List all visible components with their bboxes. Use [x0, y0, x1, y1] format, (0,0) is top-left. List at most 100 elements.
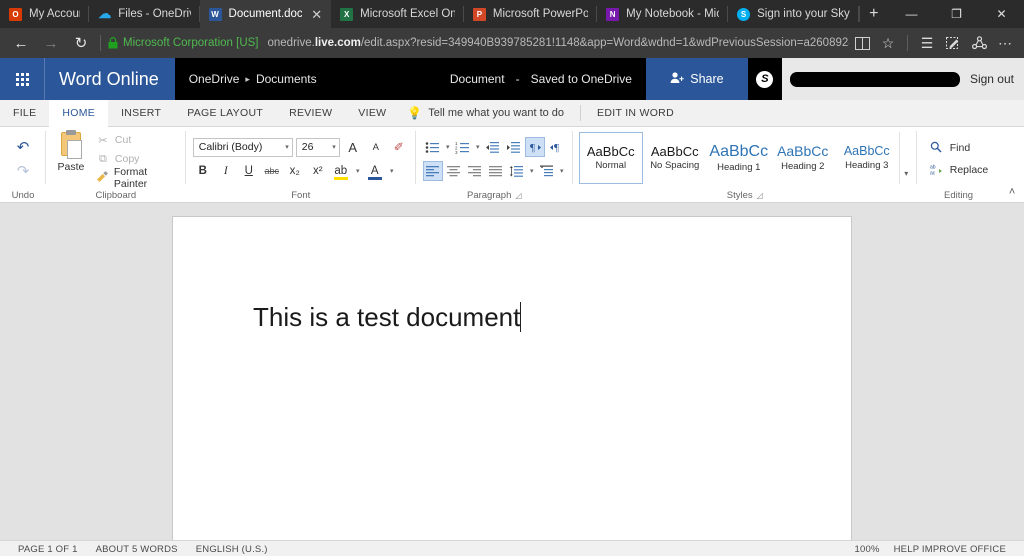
- clear-formatting-icon[interactable]: ✐: [389, 137, 409, 157]
- chevron-down-icon[interactable]: ▾: [354, 167, 362, 175]
- tab-page-layout[interactable]: PAGE LAYOUT: [174, 100, 276, 126]
- grow-font-button[interactable]: A: [343, 137, 363, 157]
- style-heading-1[interactable]: AaBbCc Heading 1: [707, 132, 771, 184]
- browser-tab-powerpoint[interactable]: P Microsoft PowerPoint: [464, 0, 598, 28]
- strikethrough-button[interactable]: abc: [262, 161, 282, 181]
- help-improve-office-link[interactable]: HELP IMPROVE OFFICE: [894, 544, 1006, 555]
- collapse-ribbon-button[interactable]: ˄: [1000, 127, 1024, 202]
- browser-tab-my-notebook[interactable]: N My Notebook - Micro: [597, 0, 729, 28]
- url-input[interactable]: onedrive.live.com/edit.aspx?resid=349940…: [268, 37, 850, 49]
- tab-insert[interactable]: INSERT: [108, 100, 174, 126]
- chevron-down-icon[interactable]: ▾: [474, 143, 482, 151]
- status-page-count[interactable]: PAGE 1 OF 1: [18, 544, 78, 555]
- increase-indent-icon[interactable]: [504, 137, 524, 157]
- breadcrumb-documents[interactable]: Documents: [256, 72, 317, 86]
- format-painter-button[interactable]: Format Painter: [94, 166, 182, 190]
- right-to-left-icon[interactable]: ¶: [546, 137, 566, 157]
- status-word-count[interactable]: ABOUT 5 WORDS: [96, 544, 178, 555]
- skype-button[interactable]: S: [748, 58, 782, 100]
- new-tab-button[interactable]: +: [858, 0, 889, 28]
- undo-icon[interactable]: ↶: [10, 136, 36, 158]
- tab-file[interactable]: FILE: [0, 100, 49, 126]
- back-icon[interactable]: ←: [6, 30, 36, 56]
- line-spacing-icon[interactable]: [507, 161, 527, 181]
- underline-button[interactable]: U: [239, 161, 259, 181]
- replace-button[interactable]: ab ac Replace: [929, 159, 989, 181]
- document-text-value: This is a test document: [253, 302, 521, 332]
- superscript-button[interactable]: x²: [308, 161, 328, 181]
- app-launcher-button[interactable]: [0, 58, 44, 100]
- shrink-font-button[interactable]: A: [366, 137, 386, 157]
- style-normal[interactable]: AaBbCc Normal: [578, 132, 643, 184]
- paragraph-dialog-launcher-icon[interactable]: ◿: [515, 191, 521, 200]
- breadcrumb-onedrive[interactable]: OneDrive: [189, 72, 240, 86]
- refresh-icon[interactable]: ↻: [66, 30, 96, 56]
- favorites-star-icon[interactable]: ☆: [875, 30, 901, 56]
- tab-home[interactable]: HOME: [49, 100, 109, 127]
- chevron-down-icon[interactable]: ▾: [528, 167, 536, 175]
- font-size-combobox[interactable]: 26 ▾: [295, 137, 340, 157]
- browser-tab-my-account[interactable]: O My Account: [0, 0, 90, 28]
- user-account-area: Sign out: [781, 58, 1024, 100]
- style-name: Heading 3: [845, 159, 889, 171]
- group-label-clipboard: Clipboard: [95, 189, 137, 201]
- chevron-down-icon[interactable]: ▾: [388, 167, 396, 175]
- paste-button[interactable]: Paste: [50, 130, 92, 188]
- close-icon[interactable]: ✕: [311, 8, 322, 21]
- web-note-icon[interactable]: [940, 30, 966, 56]
- maximize-icon[interactable]: ❐: [934, 0, 979, 28]
- sign-out-link[interactable]: Sign out: [970, 72, 1014, 86]
- excel-icon: X: [340, 7, 354, 21]
- browser-tab-document-docx[interactable]: W Document.docx - ✕: [199, 0, 332, 28]
- justify-icon[interactable]: [486, 161, 506, 181]
- close-window-icon[interactable]: ✕: [979, 0, 1024, 28]
- styles-more-button[interactable]: ▾: [898, 132, 913, 184]
- cut-button[interactable]: ✂ Cut: [94, 131, 182, 150]
- styles-dialog-launcher-icon[interactable]: ◿: [757, 191, 763, 200]
- forward-icon[interactable]: →: [36, 30, 66, 56]
- minimize-icon[interactable]: —: [889, 0, 934, 28]
- tab-view[interactable]: VIEW: [345, 100, 399, 126]
- status-zoom-level[interactable]: 100%: [855, 544, 880, 555]
- style-heading-3[interactable]: AaBbCc Heading 3: [835, 132, 899, 184]
- more-options-icon[interactable]: ⋯: [992, 30, 1018, 56]
- style-heading-2[interactable]: AaBbCc Heading 2: [771, 132, 835, 184]
- app-brand-title[interactable]: Word Online: [44, 58, 175, 100]
- style-no-spacing[interactable]: AaBbCc No Spacing: [643, 132, 707, 184]
- subscript-button[interactable]: x₂: [285, 161, 305, 181]
- styles-gallery: AaBbCc Normal AaBbCc No Spacing AaBbCc H…: [577, 130, 913, 184]
- tell-me-search[interactable]: 💡 Tell me what you want to do: [399, 100, 576, 126]
- tab-review[interactable]: REVIEW: [276, 100, 345, 126]
- redo-icon[interactable]: ↷: [10, 160, 36, 182]
- chevron-down-icon[interactable]: ▾: [444, 143, 452, 151]
- browser-tab-files-onedrive[interactable]: ☁ Files - OneDrive: [89, 0, 200, 28]
- hub-icon[interactable]: ☰: [914, 30, 940, 56]
- document-body-text[interactable]: This is a test document: [253, 302, 522, 333]
- share-button[interactable]: Share: [645, 58, 748, 100]
- browser-tab-excel-online[interactable]: X Microsoft Excel Onlin: [331, 0, 464, 28]
- find-button[interactable]: Find: [929, 137, 989, 159]
- document-canvas[interactable]: This is a test document: [0, 203, 1024, 540]
- italic-button[interactable]: I: [216, 161, 236, 181]
- ribbon: ↶ ↷ Undo Paste ✂ Cut ⧉ Copy Format Paint…: [0, 127, 1024, 203]
- paragraph-spacing-icon[interactable]: [537, 161, 557, 181]
- font-name-combobox[interactable]: Calibri (Body) ▾: [192, 137, 293, 157]
- document-page[interactable]: This is a test document: [172, 216, 852, 540]
- align-left-icon[interactable]: [422, 161, 443, 181]
- bullets-icon[interactable]: [423, 137, 443, 157]
- undo-group-body: ↶ ↷: [4, 130, 42, 188]
- share-icon[interactable]: [966, 30, 992, 56]
- bold-button[interactable]: B: [193, 161, 213, 181]
- browser-tab-skype[interactable]: S Sign into your Skype: [728, 0, 859, 28]
- chevron-down-icon[interactable]: ▾: [558, 167, 566, 175]
- numbering-icon[interactable]: 123: [453, 137, 473, 157]
- status-language[interactable]: ENGLISH (U.S.): [196, 544, 268, 555]
- align-center-icon[interactable]: [444, 161, 464, 181]
- edit-in-word-button[interactable]: EDIT IN WORD: [585, 100, 686, 126]
- left-to-right-icon[interactable]: ¶: [524, 137, 545, 157]
- font-color-button[interactable]: A: [365, 161, 385, 181]
- align-right-icon[interactable]: [465, 161, 485, 181]
- highlight-button[interactable]: ab: [331, 161, 351, 181]
- decrease-indent-icon[interactable]: [483, 137, 503, 157]
- reading-view-icon[interactable]: [849, 30, 875, 56]
